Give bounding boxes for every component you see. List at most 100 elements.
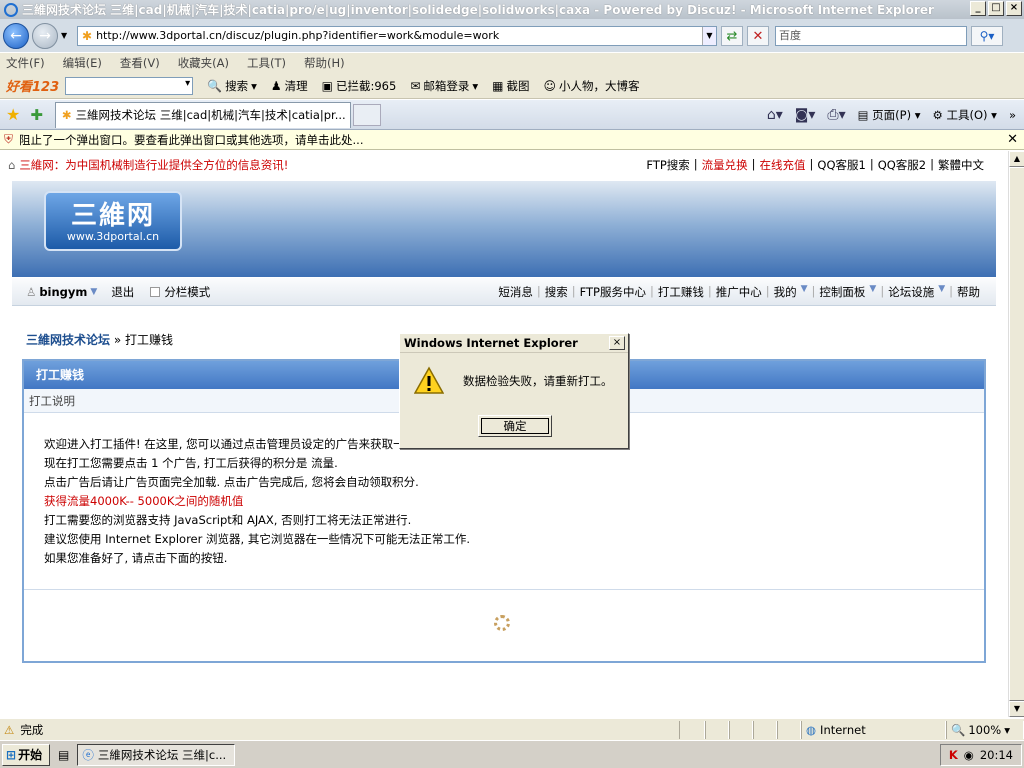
toolbar-search-combo[interactable] [65, 76, 194, 95]
user-menu[interactable]: ♙ bingym ▼ [26, 285, 97, 299]
tab-favicon-icon: ✱ [61, 108, 72, 122]
site-logo[interactable]: 三維网 www.3dportal.cn [44, 191, 182, 251]
search-go-button[interactable]: ⚲▾ [971, 25, 1003, 46]
toolbar-blog-button[interactable]: ☺ 小人物，大博客 [544, 78, 640, 94]
nav-search[interactable]: 搜索 [545, 284, 568, 300]
add-favorite-icon[interactable]: ✚ [30, 106, 43, 124]
nav-my[interactable]: 我的 [774, 284, 797, 300]
toolbar-clean-button[interactable]: ♟ 清理 [271, 78, 308, 94]
vertical-scrollbar[interactable]: ▲ ▼ [1008, 151, 1024, 717]
instruction-line-highlight: 获得流量4000K-- 5000K之间的随机值 [44, 494, 244, 508]
menu-edit[interactable]: 编辑(E) [63, 55, 102, 71]
instruction-line: 建议您使用 Internet Explorer 浏览器, 其它浏览器在一些情况下… [44, 532, 470, 546]
link-recharge[interactable]: 在线充值 [760, 157, 806, 173]
toolbar-screenshot-button[interactable]: ▦ 截图 [492, 78, 529, 94]
chevron-down-icon[interactable]: ▼ [869, 284, 876, 300]
instruction-line: 现在打工您需要点击 1 个广告, 打工后获得的积分是 流量. [44, 456, 338, 470]
nav-promotion[interactable]: 推广中心 [716, 284, 762, 300]
house-icon[interactable]: ⌂ [8, 158, 15, 172]
toolbar-search-button[interactable]: 🔍 搜索 ▾ [207, 78, 257, 94]
link-qq-1[interactable]: QQ客服1 [817, 157, 865, 173]
nav-facilities[interactable]: 论坛设施 [888, 284, 934, 300]
link-traffic-exchange[interactable]: 流量兑换 [702, 157, 748, 173]
breadcrumb-forum-link[interactable]: 三維网技术论坛 [26, 333, 110, 347]
search-input[interactable]: 百度 [775, 25, 967, 46]
forward-button[interactable]: → [32, 22, 58, 49]
scroll-down-icon[interactable]: ▼ [1009, 701, 1024, 717]
nav-messages[interactable]: 短消息 [498, 284, 533, 300]
address-bar[interactable]: ✱ http://www.3dportal.cn/discuz/plugin.p… [77, 25, 717, 46]
page-menu[interactable]: ▤ 页面(P) ▾ [858, 107, 921, 123]
panel-divider [24, 589, 984, 590]
antivirus-icon[interactable]: K [949, 748, 958, 762]
command-bar: ⌂▾ ◙▾ ⎙▾ ▤ 页面(P) ▾ ⚙ 工具(O) ▾ » [767, 107, 1024, 123]
hao123-logo[interactable]: 好看123 [6, 76, 59, 95]
windows-logo-icon: ⊞ [6, 747, 17, 762]
chevron-down-icon: ▼ [90, 286, 98, 297]
refresh-button[interactable]: ⇄ [721, 25, 743, 46]
gear-icon: ⚙ [932, 107, 943, 122]
home-icon[interactable]: ⌂▾ [767, 107, 783, 123]
favorites-star-icon[interactable]: ★ [6, 105, 20, 124]
dialog-close-button[interactable]: × [609, 336, 625, 350]
nav-work[interactable]: 打工赚钱 [658, 284, 704, 300]
security-zone[interactable]: ◍ Internet [801, 720, 946, 739]
nav-ftp-center[interactable]: FTP服务中心 [580, 284, 646, 300]
taskbar-ie-window[interactable]: ⓔ 三維网技术论坛 三维|c... [77, 743, 236, 766]
site-favicon-icon: ✱ [82, 28, 93, 43]
menu-favorites[interactable]: 收藏夹(A) [178, 55, 229, 71]
zoom-control[interactable]: 🔍 100% ▾ [946, 720, 1024, 739]
quick-launch-icon[interactable]: ▤ [58, 748, 69, 762]
dialog-ok-button[interactable]: 确定 [478, 415, 552, 437]
loading-spinner-icon [494, 615, 510, 631]
start-button[interactable]: ⊞ 开始 [2, 743, 50, 766]
stop-button[interactable]: ✕ [747, 25, 769, 46]
back-button[interactable]: ← [3, 22, 29, 49]
maximize-button[interactable]: □ [988, 1, 1004, 16]
nav-control-panel[interactable]: 控制面板 [819, 284, 865, 300]
feeds-icon[interactable]: ◙▾ [795, 107, 816, 123]
toolbar-blocked-button[interactable]: ▣ 已拦截:965 [322, 78, 397, 94]
infobar-close-icon[interactable]: ✕ [1007, 132, 1018, 147]
toolbar-mail-button[interactable]: ✉ 邮箱登录 ▾ [410, 78, 478, 94]
popup-blocked-infobar[interactable]: ⛨ 阻止了一个弹出窗口。要查看此弹出窗口或其他选项，请单击此处... ✕ [0, 130, 1024, 150]
ie-logo-icon [4, 2, 18, 17]
menu-view[interactable]: 查看(V) [120, 55, 160, 71]
instruction-line: 如果您准备好了, 请点击下面的按钮. [44, 551, 228, 565]
window-title: 三維网技术论坛 三维|cad|机械|汽车|技术|catia|pro/e|ug|i… [22, 3, 934, 17]
tray-app-icon[interactable]: ◉ [964, 748, 974, 762]
scroll-thumb[interactable] [1009, 167, 1024, 701]
split-mode-checkbox[interactable] [150, 286, 161, 297]
forum-nav-links: 短消息 | 搜索 | FTP服务中心 | 打工赚钱 | 推广中心 | 我的 ▼ | 控制面板 ▼… [498, 283, 980, 300]
instruction-line: 点击广告后请让广告页面完全加载. 点击广告完成后, 您将会自动领取积分. [44, 475, 419, 489]
print-icon[interactable]: ⎙▾ [827, 107, 845, 123]
url-input[interactable]: http://www.3dportal.cn/discuz/plugin.php… [96, 29, 702, 42]
split-mode-toggle[interactable]: 分栏模式 [150, 284, 210, 300]
menu-tools[interactable]: 工具(T) [247, 55, 286, 71]
url-dropdown-icon[interactable]: ▼ [702, 26, 716, 45]
site-slogan: 三維网：为中国机械制造行业提供全方位的信息资讯! [19, 158, 289, 172]
link-qq-2[interactable]: QQ客服2 [878, 157, 926, 173]
nav-help[interactable]: 帮助 [957, 284, 980, 300]
tools-menu[interactable]: ⚙ 工具(O) ▾ [933, 107, 997, 123]
history-dropdown-icon[interactable]: ▼ [61, 31, 71, 40]
link-ftp-search[interactable]: FTP搜索 [646, 157, 689, 173]
dialog-message: 数据检验失败，请重新打工。 [463, 374, 613, 388]
tab-active[interactable]: ✱ 三維网技术论坛 三维|cad|机械|汽车|技术|catia|pr... [54, 101, 351, 128]
chevron-more-icon[interactable]: » [1009, 108, 1016, 122]
new-tab-button[interactable] [352, 103, 381, 126]
status-text: 完成 [20, 722, 44, 737]
breadcrumb-current: 打工赚钱 [125, 333, 174, 347]
minimize-button[interactable]: _ [970, 1, 986, 16]
chevron-down-icon[interactable]: ▼ [938, 284, 945, 300]
status-cell [729, 720, 753, 739]
menu-help[interactable]: 帮助(H) [304, 55, 345, 71]
scroll-up-icon[interactable]: ▲ [1009, 151, 1024, 167]
link-traditional[interactable]: 繁體中文 [938, 157, 984, 173]
close-window-button[interactable]: × [1006, 1, 1022, 16]
logout-link[interactable]: 退出 [111, 284, 134, 300]
instruction-line: 打工需要您的浏览器支持 JavaScript和 AJAX, 否则打工将无法正常进… [44, 513, 412, 527]
chevron-down-icon[interactable]: ▼ [801, 284, 808, 300]
popup-status-icon[interactable] [705, 720, 729, 739]
menu-file[interactable]: 文件(F) [6, 55, 45, 71]
